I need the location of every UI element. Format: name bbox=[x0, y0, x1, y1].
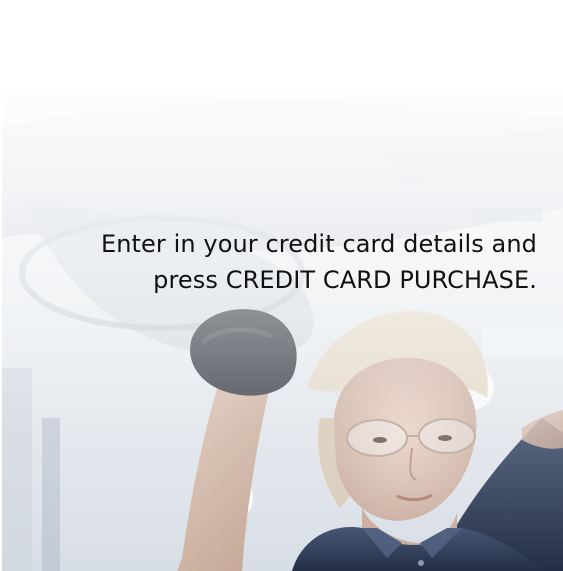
hero-image bbox=[2, 88, 563, 571]
instruction-line-2: press CREDIT CARD PURCHASE. bbox=[153, 266, 537, 294]
instruction-text: Enter in your credit card details and pr… bbox=[37, 226, 537, 298]
instruction-line-1: Enter in your credit card details and bbox=[100, 230, 537, 258]
hero-fade-overlay bbox=[2, 88, 563, 571]
